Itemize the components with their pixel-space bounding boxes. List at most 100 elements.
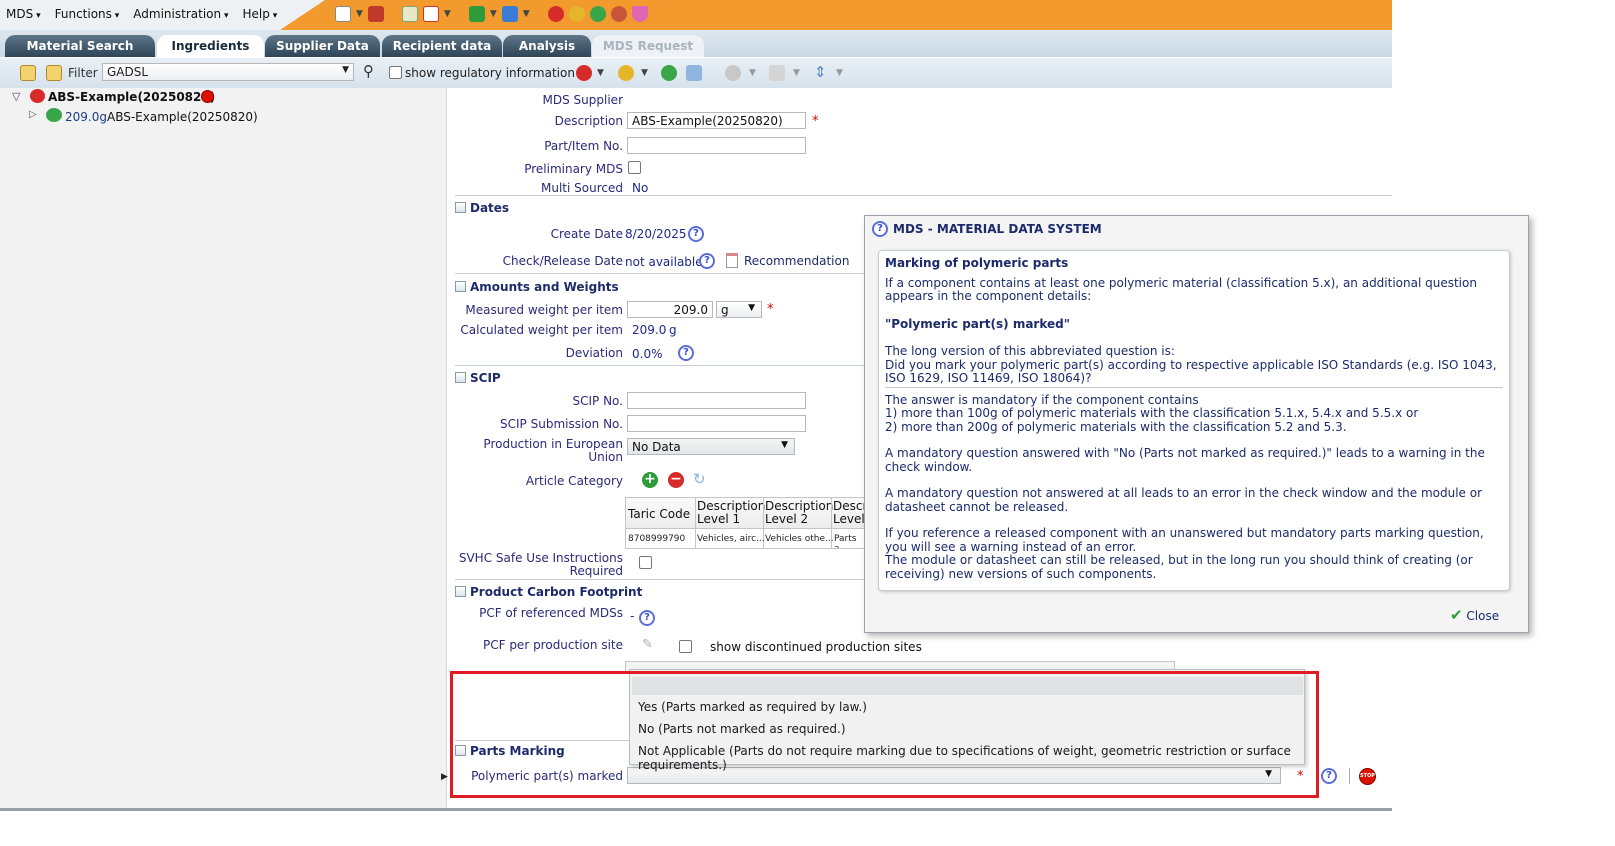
chevron-down-icon[interactable]: ▼ <box>749 68 756 78</box>
multi-sourced-value: No <box>632 181 649 195</box>
flask-icon[interactable] <box>631 6 648 22</box>
add-substance-icon[interactable] <box>661 65 677 81</box>
svhc-label: SVHC Safe Use Instructions Required <box>453 552 623 578</box>
chevron-down-icon[interactable]: ▼ <box>597 68 604 78</box>
option-empty[interactable] <box>632 677 1303 695</box>
substance-icon[interactable] <box>589 6 606 22</box>
splitter-arrow-icon[interactable]: ▶ <box>441 772 448 782</box>
menu-administration[interactable]: Administration <box>133 7 228 21</box>
option-no[interactable]: No (Parts not marked as required.) <box>638 722 846 736</box>
taric-table: Taric Code Description Level 1 Descripti… <box>625 497 865 549</box>
tab-recipient-data[interactable]: Recipient data <box>382 35 502 57</box>
download-icon[interactable] <box>468 6 485 22</box>
main-toolbar: ▼ ▼ ▼ ▼ <box>335 6 648 22</box>
svhc-checkbox[interactable] <box>639 556 652 569</box>
help-icon[interactable]: ? <box>678 345 694 361</box>
add-material-icon[interactable] <box>618 65 634 81</box>
component-icon[interactable] <box>547 6 564 22</box>
taric-header-level3[interactable]: Descr Level <box>833 500 864 526</box>
recommendation-link[interactable]: Recommendation <box>744 254 849 268</box>
filter-select[interactable]: GADSL ▼ <box>102 63 354 81</box>
help-icon[interactable]: ? <box>699 253 715 269</box>
tab-supplier-data[interactable]: Supplier Data <box>265 35 380 57</box>
chevron-down-icon[interactable]: ▼ <box>641 68 648 78</box>
help-dialog: ? MDS - MATERIAL DATA SYSTEM Marking of … <box>864 215 1529 633</box>
delete-icon[interactable] <box>725 65 741 81</box>
taric-header-level2[interactable]: Description Level 2 <box>765 500 833 526</box>
required-marker: * <box>812 114 819 129</box>
upload-icon[interactable] <box>501 6 518 22</box>
expand-folder-icon[interactable] <box>20 65 36 81</box>
description-label: Description <box>554 114 623 128</box>
svhc-label-line2: Required <box>569 564 623 578</box>
parts-marking-section-header[interactable]: Parts Marking <box>455 744 565 758</box>
production-eu-select[interactable]: No Data ▼ <box>627 438 795 455</box>
pcf-section-header[interactable]: Product Carbon Footprint <box>455 585 642 599</box>
save-icon[interactable] <box>367 6 384 22</box>
weight-unit-select[interactable]: g ▼ <box>716 301 762 318</box>
help-icon[interactable]: ? <box>1321 768 1337 784</box>
chevron-down-icon[interactable]: ▼ <box>356 9 363 19</box>
chevron-down-icon[interactable]: ▼ <box>490 9 497 19</box>
menu-functions[interactable]: Functions <box>55 7 120 21</box>
copy-icon[interactable] <box>769 65 785 81</box>
bottom-border <box>0 808 1392 811</box>
chevron-down-icon[interactable]: ▼ <box>836 68 843 78</box>
description-input[interactable]: ABS-Example(20250820) <box>627 112 806 129</box>
part-no-input[interactable] <box>627 137 806 154</box>
measured-weight-input[interactable]: 209.0 <box>627 301 713 318</box>
menu-mds[interactable]: MDS <box>6 7 41 21</box>
taric-header-code[interactable]: Taric Code <box>628 507 690 521</box>
error-status-icon <box>201 90 214 103</box>
scip-no-input[interactable] <box>627 392 806 409</box>
menu-help[interactable]: Help <box>243 7 278 21</box>
help-icon[interactable]: ? <box>688 226 704 242</box>
add-component-icon[interactable] <box>576 65 592 81</box>
expand-arrow-icon[interactable]: ▷ <box>29 109 37 120</box>
basic-substance-icon[interactable] <box>610 6 627 22</box>
dialog-paragraph: The answer is mandatory if the component… <box>885 392 1199 407</box>
tab-ingredients[interactable]: Ingredients <box>157 35 264 57</box>
collapse-arrow-icon[interactable]: ▽ <box>12 90 20 103</box>
chevron-down-icon[interactable]: ▼ <box>793 68 800 78</box>
add-icon[interactable]: + <box>642 472 658 488</box>
recommendation-icon[interactable] <box>726 253 738 268</box>
tab-material-search[interactable]: Material Search <box>5 35 155 57</box>
pdf-icon[interactable] <box>422 6 439 22</box>
menu-bar: MDS Functions Administration Help ▼ ▼ ▼ … <box>0 0 1392 30</box>
tree-root-label[interactable]: ABS-Example(20250820) <box>48 90 215 104</box>
remove-icon[interactable]: − <box>668 472 684 488</box>
option-not-applicable[interactable]: Not Applicable (Parts do not require mar… <box>638 744 1304 772</box>
tab-analysis[interactable]: Analysis <box>503 35 591 57</box>
help-icon[interactable]: ? <box>639 610 655 626</box>
show-discontinued-checkbox[interactable] <box>679 640 692 653</box>
taric-cell-level2: Vehicles othe... <box>765 534 834 544</box>
new-document-icon[interactable] <box>335 6 351 22</box>
refresh-icon[interactable]: ↻ <box>693 470 706 488</box>
taric-header-level1[interactable]: Description Level 1 <box>697 500 765 526</box>
pencil-icon[interactable]: ✎ <box>642 637 653 652</box>
amounts-section-header[interactable]: Amounts and Weights <box>455 280 619 294</box>
taric-cell-code: 8708999790 <box>628 534 686 544</box>
tree-child-label[interactable]: ABS-Example(20250820) <box>107 110 258 124</box>
production-eu-label-line1: Production in European <box>483 437 623 451</box>
preliminary-mds-checkbox[interactable] <box>628 161 641 174</box>
option-yes[interactable]: Yes (Parts marked as required by law.) <box>638 700 867 714</box>
move-icon[interactable]: ⇕ <box>814 63 827 81</box>
scip-submission-input[interactable] <box>627 415 806 432</box>
collapse-folder-icon[interactable] <box>46 65 62 81</box>
material-icon[interactable] <box>568 6 585 22</box>
dates-section-header[interactable]: Dates <box>455 201 509 215</box>
chevron-down-icon[interactable]: ▼ <box>523 9 530 19</box>
close-button[interactable]: ✔ Close <box>1450 606 1499 624</box>
dialog-paragraph: The long version of this abbreviated que… <box>885 344 1175 358</box>
regulatory-checkbox[interactable] <box>389 66 402 79</box>
scip-section-header[interactable]: SCIP <box>455 371 501 385</box>
search-icon[interactable]: ⚲ <box>363 62 374 80</box>
tool-icon[interactable] <box>686 65 702 81</box>
chevron-down-icon[interactable]: ▼ <box>444 9 451 19</box>
check-release-date-label: Check/Release Date <box>502 254 623 268</box>
chevron-down-icon: ▼ <box>748 303 755 313</box>
column-divider <box>695 498 696 548</box>
edit-document-icon[interactable] <box>401 6 418 22</box>
